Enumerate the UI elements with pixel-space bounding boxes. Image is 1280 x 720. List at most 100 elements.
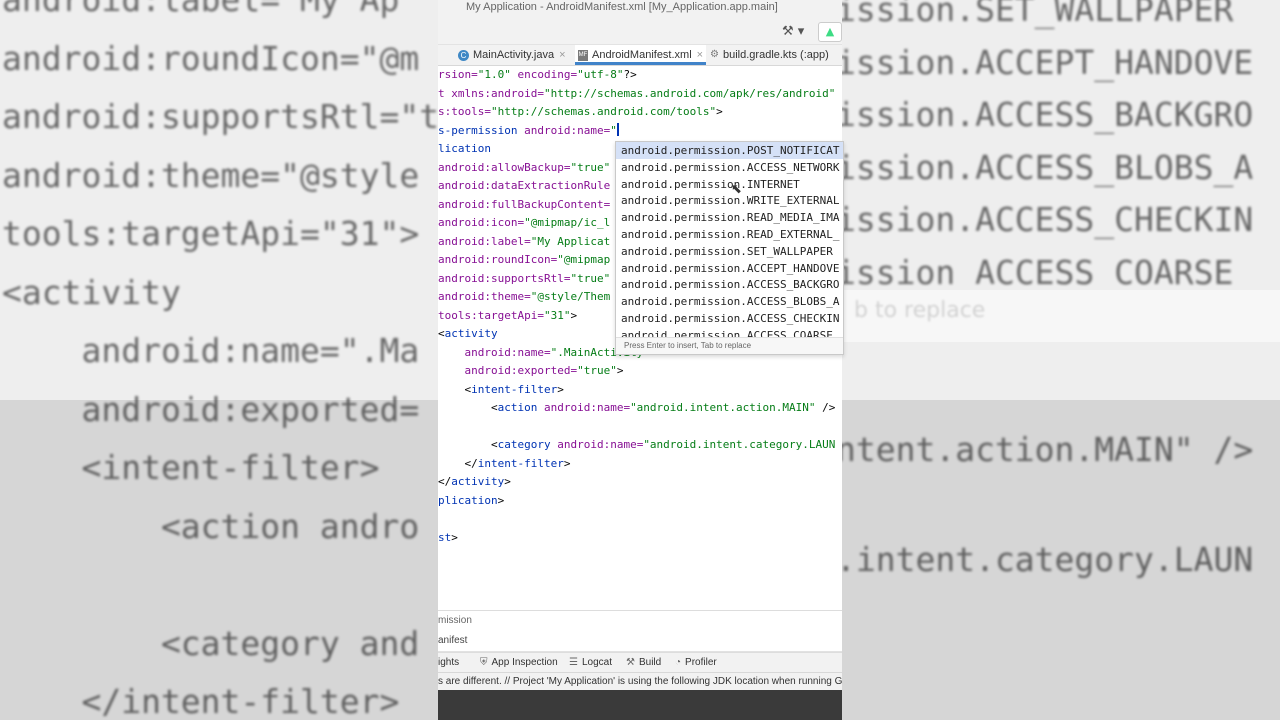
tab-label: AndroidManifest.xml	[592, 49, 692, 61]
gradle-icon: ⚙	[710, 49, 719, 61]
code-line[interactable]: s-permission android:name="	[438, 122, 619, 140]
code-token: s:tools=	[438, 105, 491, 118]
close-icon[interactable]: ×	[559, 49, 565, 61]
code-token: <	[438, 401, 498, 414]
completion-item[interactable]: android.permission.ACCESS_BACKGRO	[616, 276, 843, 293]
android-device-icon[interactable]: ▲	[818, 22, 842, 42]
code-token: android:icon=	[438, 216, 525, 229]
code-line[interactable]: plication>	[438, 492, 504, 510]
completion-item[interactable]: android.permission.ACCESS_CHECKIN	[616, 310, 843, 327]
completion-item[interactable]: android.permission.POST_NOTIFICAT	[616, 142, 843, 159]
title-bar: My Application - AndroidManifest.xml [My…	[438, 0, 842, 18]
code-line[interactable]: <action android:name="android.intent.act…	[438, 399, 835, 417]
status-bar[interactable]: s are different. // Project 'My Applicat…	[438, 672, 842, 691]
code-line[interactable]: st>	[438, 529, 458, 547]
code-line[interactable]: s:tools="http://schemas.android.com/tool…	[438, 103, 723, 121]
completion-item[interactable]: android.permission.READ_MEDIA_IMA	[616, 209, 843, 226]
code-token: "true"	[570, 160, 611, 174]
code-token: "1.0"	[477, 68, 511, 81]
code-token: >	[497, 493, 505, 507]
background-code-line: ission.SET_WALLPAPER	[842, 0, 1234, 29]
code-token: "http://schemas.android.com/tools"	[490, 105, 717, 118]
completion-item[interactable]: android.permission.ACCESS_NETWORK	[616, 159, 843, 176]
code-token: <	[438, 382, 472, 396]
code-token: android:theme=	[438, 290, 531, 303]
breadcrumb[interactable]: mission	[438, 610, 842, 631]
code-line[interactable]: android:allowBackup="true"	[438, 159, 610, 177]
tab-main-activity[interactable]: C MainActivity.java ×	[458, 45, 566, 65]
code-line[interactable]: <intent-filter>	[438, 381, 563, 399]
code-token: intent-filter	[477, 456, 564, 470]
code-line[interactable]: t xmlns:android="http://schemas.android.…	[438, 85, 835, 103]
completion-item[interactable]: android.permission.SET_WALLPAPER	[616, 243, 843, 260]
tool-window-label: Build	[638, 657, 662, 668]
background-code-line: android:name=".Ma	[2, 331, 420, 370]
code-line[interactable]: tools:targetApi="31">	[438, 307, 577, 325]
code-token: android:fullBackupContent=	[438, 197, 611, 211]
completion-item[interactable]: android.permission.INTERNET	[616, 176, 843, 193]
background-code-line: ission ACCESS COARSE	[842, 252, 1234, 292]
code-token: "My Applicat	[530, 234, 611, 248]
bottom-file-tab[interactable]: anifest	[438, 631, 842, 652]
completion-item[interactable]: android.permission.READ_EXTERNAL_	[616, 226, 843, 243]
completion-item[interactable]: android.permission.WRITE_EXTERNAL	[616, 192, 843, 209]
build-hammer-icon[interactable]: ⚒ ▾	[782, 24, 804, 39]
code-line[interactable]: android:roundIcon="@mipmap	[438, 251, 610, 269]
code-line[interactable]: <activity	[438, 325, 498, 343]
main-toolbar: ⚒ ▾ ▲	[438, 18, 842, 45]
code-line[interactable]: android:dataExtractionRule	[438, 177, 610, 195]
bottom-dark-strip	[438, 690, 842, 720]
code-line[interactable]: android:fullBackupContent=	[438, 196, 610, 214]
code-token: action	[497, 401, 544, 414]
code-line[interactable]: <category android:name="android.intent.c…	[438, 436, 835, 454]
completion-item[interactable]: android.permission.ACCESS_BLOBS_A	[616, 293, 843, 310]
code-line[interactable]: </activity>	[438, 473, 511, 491]
code-line[interactable]: rsion="1.0" encoding="utf-8"?>	[438, 66, 637, 84]
completion-item[interactable]: android.permission.ACCEPT_HANDOVE	[616, 260, 843, 277]
code-token: activity	[444, 327, 498, 340]
code-token: android:dataExtractionRule	[438, 179, 611, 192]
code-line[interactable]: lication	[438, 140, 491, 158]
code-token: >	[570, 308, 578, 322]
close-icon[interactable]: ×	[697, 49, 703, 61]
code-token: android:name=	[524, 123, 611, 137]
code-token: android:label=	[438, 234, 531, 248]
code-line[interactable]: android:exported="true">	[438, 362, 624, 380]
code-token: android:roundIcon=	[438, 253, 558, 266]
code-token: "@mipmap	[557, 253, 611, 266]
code-token: "true"	[577, 364, 617, 377]
code-line[interactable]: android:supportsRtl="true"	[438, 270, 610, 288]
tab-build-gradle[interactable]: ⚙ build.gradle.kts (:app)	[710, 45, 829, 65]
code-token: "utf-8"	[577, 68, 624, 81]
background-code-line: android:supportsRtl="t	[2, 97, 438, 136]
code-line[interactable]: android:icon="@mipmap/ic_l	[438, 214, 610, 232]
tool-window-insights[interactable]: ights	[438, 653, 459, 673]
tool-window-build[interactable]: ⚒ Build	[626, 653, 661, 673]
window-title: My Application - AndroidManifest.xml [My…	[466, 1, 778, 13]
code-token: </	[438, 475, 452, 488]
code-token: "true"	[570, 271, 611, 285]
completion-popup[interactable]: android.permission.ACCESS_COARSE_ android…	[615, 141, 844, 355]
code-token: <	[438, 438, 498, 451]
code-token: android:allowBackup=	[438, 160, 571, 174]
tool-window-label: Logcat	[581, 657, 612, 668]
status-message[interactable]: s are different. // Project 'My Applicat…	[438, 676, 842, 687]
code-token: encoding=	[510, 68, 578, 81]
code-token: >	[504, 475, 511, 488]
code-token: android:name=	[557, 438, 644, 451]
breadcrumb-item[interactable]: mission	[438, 615, 472, 626]
code-token: activity	[451, 475, 505, 488]
code-line[interactable]: android:theme="@style/Them	[438, 288, 610, 306]
build-hammer-icon: ⚒	[626, 657, 635, 668]
code-line[interactable]: android:label="My Applicat	[438, 233, 610, 251]
tool-window-profiler[interactable]: ◔ Profiler	[675, 653, 717, 673]
code-token: plication	[438, 493, 498, 507]
tab-android-manifest[interactable]: MF AndroidManifest.xml ×	[575, 45, 707, 65]
code-token: >	[563, 456, 571, 470]
tool-window-app-inspection[interactable]: ⛨ App Inspection	[480, 653, 558, 673]
tab-label: build.gradle.kts (:app)	[723, 49, 829, 61]
code-token: lication	[438, 142, 491, 155]
tool-window-logcat[interactable]: ☰ Logcat	[569, 653, 612, 673]
code-line[interactable]: </intent-filter>	[438, 455, 570, 473]
code-token: category	[497, 438, 558, 451]
